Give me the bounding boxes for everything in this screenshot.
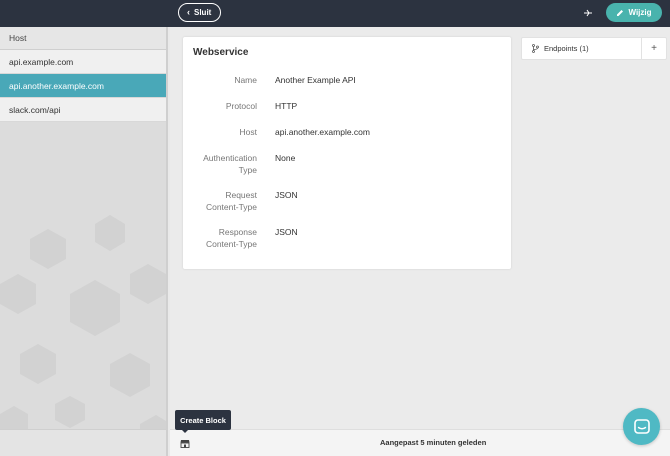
chat-button[interactable]: [623, 408, 660, 445]
webservice-card: Webservice Name Another Example API Prot…: [183, 37, 511, 269]
field-value: HTTP: [275, 101, 298, 111]
field-label-line: Content-Type: [205, 239, 257, 249]
sidebar-footer: [0, 429, 166, 456]
top-bar: ‹ Sluit Wijzig: [0, 0, 670, 27]
host-list: api.example.com api.another.example.com …: [0, 50, 166, 122]
field-label: Authentication Type: [177, 152, 257, 176]
field-value: None: [275, 153, 296, 163]
field-value: api.another.example.com: [275, 127, 370, 137]
endpoints-panel: Endpoints (1) +: [521, 37, 667, 60]
plus-icon[interactable]: +: [642, 38, 666, 59]
sidebar-item-slack[interactable]: slack.com/api: [0, 98, 166, 122]
create-block-tooltip: Create Block: [175, 410, 231, 430]
close-button-label: Sluit: [194, 8, 212, 17]
field-label: Name: [234, 75, 257, 85]
main-panel: Webservice Name Another Example API Prot…: [170, 27, 670, 429]
hexagon-pattern: [0, 215, 166, 448]
collapse-icon[interactable]: [583, 8, 593, 18]
branch-icon: [532, 44, 539, 53]
sidebar-column-header[interactable]: Host: [0, 27, 166, 50]
field-value: JSON: [275, 227, 298, 237]
tooltip-arrow: [181, 429, 189, 433]
field-value: JSON: [275, 190, 298, 200]
endpoints-tab[interactable]: Endpoints (1): [522, 38, 642, 59]
field-label: Response Content-Type: [177, 226, 257, 250]
edit-button[interactable]: Wijzig: [606, 3, 662, 22]
field-label: Host: [239, 127, 257, 137]
pencil-icon: [617, 9, 624, 16]
sidebar: Host api.example.com api.another.example…: [0, 27, 168, 456]
field-label-line: Authentication: [203, 153, 257, 163]
card-title: Webservice: [193, 47, 249, 58]
close-button[interactable]: ‹ Sluit: [178, 3, 222, 22]
field-label: Protocol: [225, 101, 257, 111]
endpoints-label: Endpoints (1): [544, 44, 589, 53]
status-bar: Aangepast 5 minuten geleden: [170, 429, 670, 456]
sidebar-item-api-another-example[interactable]: api.another.example.com: [0, 74, 166, 98]
field-label-line: Content-Type: [205, 202, 257, 212]
field-value: Another Example API: [275, 75, 356, 85]
field-label-line: Response: [218, 227, 257, 237]
sidebar-item-api-example[interactable]: api.example.com: [0, 50, 166, 74]
chevron-left-icon: ‹: [187, 7, 190, 17]
chat-icon: [633, 418, 650, 434]
store-icon: [180, 440, 190, 448]
field-label-line: Request: [225, 190, 257, 200]
last-modified-status: Aangepast 5 minuten geleden: [380, 438, 487, 447]
field-label-line: Type: [238, 165, 257, 175]
create-block-button[interactable]: [178, 437, 192, 450]
field-label: Request Content-Type: [177, 189, 257, 213]
edit-button-label: Wijzig: [628, 8, 652, 17]
